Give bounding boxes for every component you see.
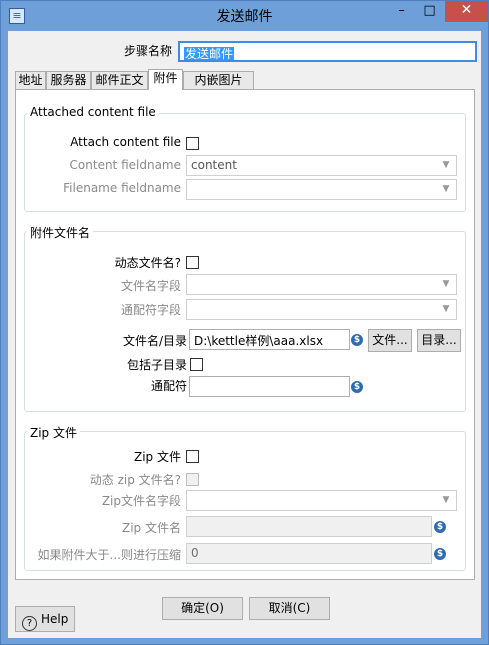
dialog-body: 步骤名称 发送邮件 地址 服务器 邮件正文 附件 内嵌图片 Attached c…: [8, 31, 481, 638]
zip-group-title: Zip 文件: [27, 424, 80, 441]
help-icon: ?: [22, 616, 37, 631]
tab-address[interactable]: 地址: [15, 71, 46, 90]
variable-icon: $: [351, 381, 363, 393]
step-name-value: 发送邮件: [184, 47, 235, 61]
attachments-panel: Attached content file Attach content fil…: [15, 89, 475, 580]
include-subdir-label: 包括子目录: [126, 358, 187, 372]
dynamic-filename-label: 动态文件名?: [114, 256, 181, 270]
dialog-window: ≡ 发送邮件 – □ ✕ 步骤名称 发送邮件 地址 服务器 邮件正文 附件 内嵌…: [0, 0, 489, 645]
dynamic-zip-checkbox[interactable]: [186, 473, 199, 486]
help-label: Help: [41, 612, 69, 626]
content-fieldname-label: Content fieldname: [69, 158, 181, 172]
content-fieldname-value: content: [191, 158, 237, 172]
wildcard-field-label: 通配符字段: [120, 303, 181, 317]
zip-field-combo[interactable]: ▼: [186, 490, 457, 511]
attach-content-checkbox[interactable]: [186, 137, 199, 150]
filename-field-combo[interactable]: ▼: [186, 274, 457, 295]
dynamic-zip-label: 动态 zip 文件名?: [89, 473, 181, 487]
browse-file-button[interactable]: 文件...: [368, 329, 412, 352]
chevron-down-icon: ▼: [442, 160, 450, 170]
filename-field-label: 文件名字段: [120, 279, 181, 293]
minimize-button[interactable]: –: [388, 1, 415, 22]
close-button[interactable]: ✕: [445, 1, 488, 22]
help-button[interactable]: ? Help: [15, 606, 75, 632]
compress-threshold-input[interactable]: 0: [186, 543, 432, 564]
compress-threshold-label: 如果附件大于...则进行压缩: [37, 548, 181, 562]
wildcard-label: 通配符: [150, 379, 187, 393]
variable-icon: $: [351, 334, 363, 346]
wildcard-field-combo[interactable]: ▼: [186, 299, 457, 320]
filename-fieldname-label: Filename fieldname: [63, 181, 181, 195]
variable-icon: $: [434, 521, 446, 533]
wildcard-input[interactable]: [189, 376, 350, 397]
variable-icon: $: [434, 548, 446, 560]
title-bar[interactable]: ≡ 发送邮件 – □ ✕: [1, 1, 488, 30]
attach-content-label: Attach content file: [70, 135, 181, 149]
step-name-input[interactable]: 发送邮件: [178, 41, 477, 62]
tab-server[interactable]: 服务器: [46, 71, 91, 90]
step-name-label: 步骤名称: [123, 44, 172, 58]
zip-files-checkbox[interactable]: [186, 450, 199, 463]
tab-attachments[interactable]: 附件: [148, 69, 183, 90]
attachment-filename-title: 附件文件名: [27, 224, 94, 241]
chevron-down-icon: ▼: [442, 304, 450, 314]
browse-directory-button[interactable]: 目录...: [417, 329, 461, 352]
zip-files-label: Zip 文件: [134, 450, 181, 464]
zip-name-label: Zip 文件名: [122, 521, 181, 535]
tab-email-body[interactable]: 邮件正文: [91, 71, 148, 90]
tab-embedded-images[interactable]: 内嵌图片: [183, 71, 254, 90]
file-dir-label: 文件名/目录: [122, 334, 187, 348]
zip-name-input[interactable]: [186, 516, 432, 537]
maximize-button[interactable]: □: [416, 1, 443, 22]
ok-button[interactable]: 确定(O): [162, 597, 243, 620]
content-fieldname-combo[interactable]: content ▼: [186, 155, 457, 176]
attached-content-title: Attached content file: [27, 105, 159, 119]
file-dir-input[interactable]: D:\kettle样例\aaa.xlsx: [189, 329, 350, 350]
chevron-down-icon: ▼: [442, 184, 450, 194]
chevron-down-icon: ▼: [442, 279, 450, 289]
chevron-down-icon: ▼: [442, 495, 450, 505]
include-subdir-checkbox[interactable]: [190, 358, 203, 371]
cancel-button[interactable]: 取消(C): [249, 597, 330, 620]
zip-field-label: Zip文件名字段: [101, 494, 181, 508]
dynamic-filename-checkbox[interactable]: [186, 256, 199, 269]
filename-fieldname-combo[interactable]: ▼: [186, 179, 457, 200]
